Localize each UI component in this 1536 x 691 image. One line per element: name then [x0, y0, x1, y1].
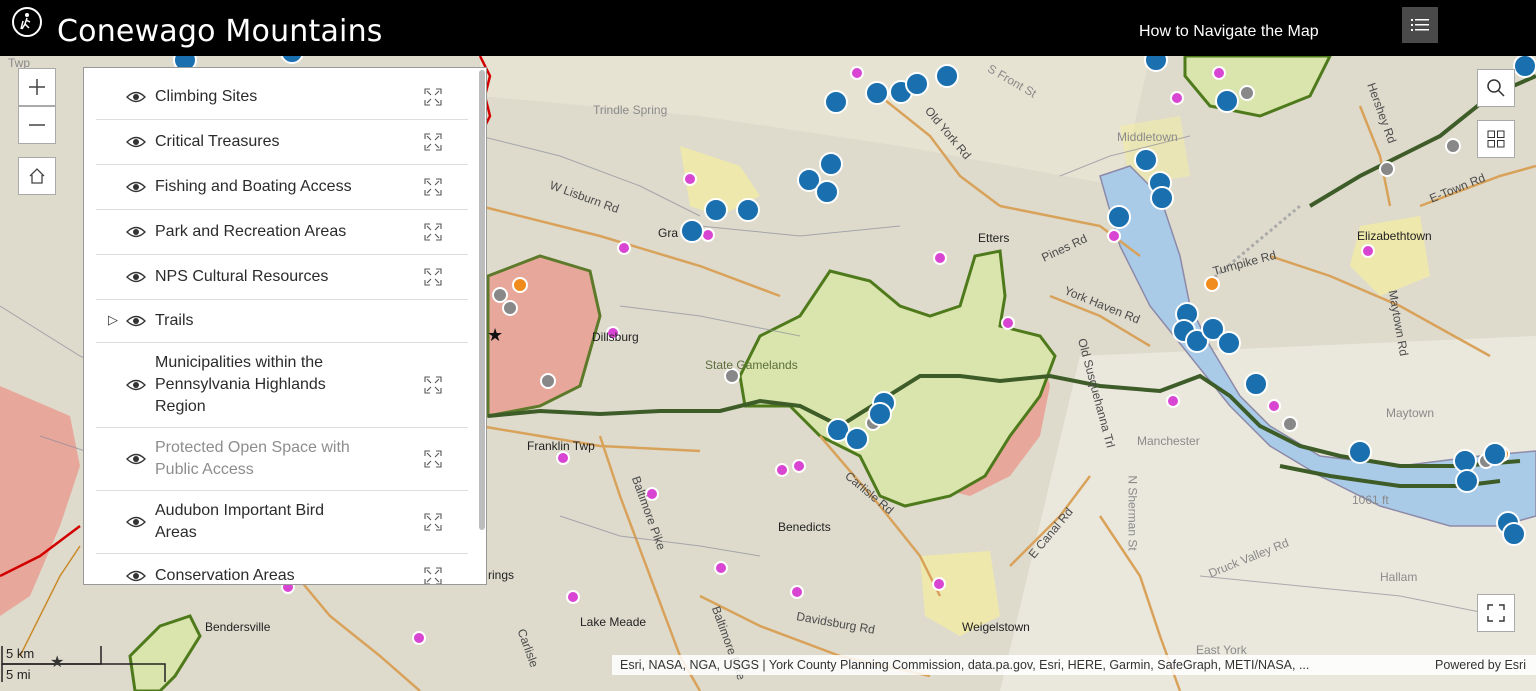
layer-label: Conservation Areas: [155, 567, 295, 584]
zoom-in-button[interactable]: [18, 68, 56, 106]
expand-caret-icon[interactable]: ▷: [108, 312, 118, 328]
layer-item-fishing-boating[interactable]: Fishing and Boating Access: [96, 164, 468, 210]
map-label: Benedicts: [778, 520, 831, 534]
layer-list-scrollbar[interactable]: [479, 70, 485, 530]
basemap-gallery-button[interactable]: [1477, 120, 1515, 158]
layer-item-park-recreation[interactable]: Park and Recreation Areas: [96, 209, 468, 255]
eye-icon[interactable]: [126, 569, 146, 583]
map-label: N Sherman St: [1125, 475, 1140, 551]
layer-label: Fishing and Boating Access: [155, 178, 352, 195]
layer-label: Park and Recreation Areas: [155, 223, 347, 240]
how-to-navigate-link[interactable]: How to Navigate the Map: [1139, 20, 1319, 44]
layer-label: NPS Cultural Resources: [155, 268, 329, 285]
app-title: Conewago Mountains: [57, 14, 383, 49]
plus-icon: [29, 79, 45, 95]
layer-label: Critical Treasures: [155, 133, 280, 150]
app-header: Conewago Mountains How to Navigate the M…: [0, 0, 1536, 56]
map-label: Bendersville: [205, 620, 271, 634]
zoom-to-layer-icon[interactable]: [424, 223, 442, 241]
layer-item-critical-treasures[interactable]: Critical Treasures: [96, 119, 468, 165]
powered-by-esri[interactable]: Powered by Esri: [1435, 655, 1526, 675]
eye-icon[interactable]: [126, 314, 146, 328]
fullscreen-icon: [1487, 604, 1505, 622]
zoom-to-layer-icon[interactable]: [424, 567, 442, 585]
map-attribution: Esri, NASA, NGA, USGS | York County Plan…: [612, 655, 1536, 675]
layer-label: Protected Open Space with Public Access: [155, 439, 350, 478]
map-label: Trindle Spring: [593, 103, 668, 117]
map-label: Middletown: [1117, 130, 1178, 144]
layer-item-nps-cultural[interactable]: NPS Cultural Resources: [96, 254, 468, 300]
map-label: Franklin Twp: [527, 439, 595, 453]
layer-item-protected-open-space[interactable]: Protected Open Space with Public Access: [96, 427, 468, 491]
eye-icon[interactable]: [126, 135, 146, 149]
layer-label: Municipalities within the Pennsylvania H…: [155, 354, 326, 415]
layer-item-climbing-sites[interactable]: Climbing Sites: [96, 74, 468, 120]
attribution-sources[interactable]: Esri, NASA, NGA, USGS | York County Plan…: [620, 655, 1309, 675]
map-label: Maytown: [1386, 406, 1435, 420]
fullscreen-button[interactable]: [1477, 594, 1515, 632]
eye-icon[interactable]: [126, 90, 146, 104]
layer-list-panel[interactable]: Climbing Sites Critical Treasures Fishin…: [83, 67, 487, 585]
map-label: State Gamelands: [705, 358, 798, 372]
map-label: 1061 ft: [1352, 493, 1389, 507]
eye-icon[interactable]: [126, 180, 146, 194]
hiker-logo-icon: [12, 7, 42, 37]
list-icon: [1411, 19, 1429, 31]
layer-list-toggle-button[interactable]: [1402, 7, 1438, 43]
scale-bar: 5 km 5 mi ★: [0, 640, 170, 686]
map-label: Elizabethtown: [1357, 229, 1432, 243]
map-label: Hallam: [1380, 570, 1418, 584]
zoom-to-layer-icon[interactable]: [424, 178, 442, 196]
scale-bar-km: 5 km: [6, 646, 35, 661]
map-label: Gra: [658, 226, 679, 240]
eye-icon[interactable]: [126, 225, 146, 239]
home-button[interactable]: [18, 157, 56, 195]
scale-bar-mi: 5 mi: [6, 667, 31, 682]
layer-item-audubon[interactable]: Audubon Important Bird Areas: [96, 490, 468, 554]
home-icon: [29, 168, 45, 184]
minus-icon: [29, 124, 45, 126]
map-label: Dillsburg: [592, 330, 639, 344]
search-button[interactable]: [1477, 69, 1515, 107]
map-label: Etters: [978, 231, 1010, 245]
eye-icon[interactable]: [126, 270, 146, 284]
zoom-to-layer-icon[interactable]: [424, 376, 442, 394]
zoom-to-layer-icon[interactable]: [424, 133, 442, 151]
map-label: Weigelstown: [962, 620, 1030, 634]
map-label: Lake Meade: [580, 615, 647, 629]
layer-label: Climbing Sites: [155, 88, 258, 105]
layer-item-municipalities[interactable]: Municipalities within the Pennsylvania H…: [96, 342, 468, 428]
map-label: rings: [488, 568, 515, 582]
search-icon: [1487, 79, 1505, 97]
eye-icon[interactable]: [126, 515, 146, 529]
layer-item-trails[interactable]: ▷ Trails: [96, 299, 468, 343]
layer-item-conservation[interactable]: Conservation Areas: [96, 553, 468, 585]
zoom-to-layer-icon[interactable]: [424, 513, 442, 531]
zoom-to-layer-icon[interactable]: [424, 450, 442, 468]
eye-icon[interactable]: [126, 452, 146, 466]
zoom-to-layer-icon[interactable]: [424, 268, 442, 286]
zoom-to-layer-icon[interactable]: [424, 88, 442, 106]
grid-icon: [1487, 130, 1505, 148]
map-label: Manchester: [1137, 434, 1200, 448]
svg-text:★: ★: [487, 325, 503, 346]
eye-icon[interactable]: [126, 378, 146, 392]
layer-label: Trails: [155, 312, 194, 329]
layer-label: Audubon Important Bird Areas: [155, 502, 324, 541]
star-icon: ★: [50, 654, 65, 671]
zoom-out-button[interactable]: [18, 106, 56, 144]
